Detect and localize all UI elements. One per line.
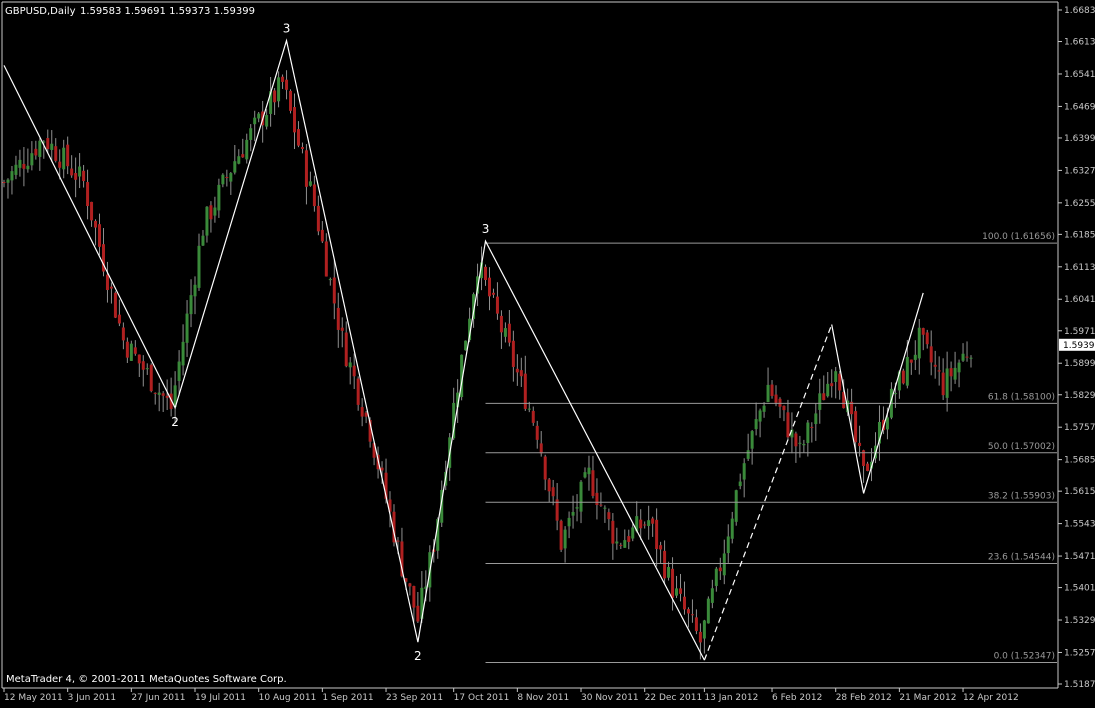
time-tick-label: 1 Sep 2011: [322, 693, 373, 703]
time-tick-label: 3 Jun 2011: [68, 693, 116, 703]
price-tick-label: 1.61130: [1064, 263, 1095, 273]
time-tick-label: 10 Aug 2011: [259, 693, 317, 703]
ohlc-readout: 1.59583 1.59691 1.59373 1.59399: [80, 6, 255, 17]
price-tick-label: 1.56150: [1064, 487, 1095, 497]
time-tick-label: 30 Nov 2011: [581, 693, 639, 703]
price-tick-label: 1.63270: [1064, 166, 1095, 176]
time-tick-label: 6 Feb 2012: [772, 693, 822, 703]
copyright-text: MetaTrader 4, © 2001-2011 MetaQuotes Sof…: [6, 674, 287, 685]
price-tick-label: 1.57570: [1064, 423, 1095, 433]
wave-label: 3: [283, 22, 291, 36]
price-tick-label: 1.51870: [1064, 680, 1095, 690]
time-tick-label: 13 Jan 2012: [704, 693, 758, 703]
candle: [464, 340, 468, 351]
time-tick-label: 28 Feb 2012: [836, 693, 892, 703]
time-tick-label: 8 Nov 2011: [517, 693, 569, 703]
time-tick-label: 21 Mar 2012: [899, 693, 956, 703]
fib-level-label: 38.2 (1.55903): [988, 491, 1055, 501]
candle: [734, 489, 738, 526]
fib-level-label: 100.0 (1.61656): [982, 232, 1055, 242]
price-tick-label: 1.64690: [1064, 102, 1095, 112]
fib-level-label: 0.0 (1.52347): [994, 652, 1055, 662]
candle: [901, 368, 905, 385]
price-tick-label: 1.66830: [1064, 6, 1095, 16]
price-tick-label: 1.61850: [1064, 230, 1095, 240]
time-tick-label: 22 Dec 2011: [645, 693, 703, 703]
fib-level-label: 50.0 (1.57002): [988, 442, 1055, 452]
price-tick-label: 1.52570: [1064, 648, 1095, 658]
time-tick-label: 19 Jul 2011: [195, 693, 246, 703]
price-tick-label: 1.58290: [1064, 391, 1095, 401]
wave-label: 3: [482, 222, 490, 236]
time-tick-label: 12 Apr 2012: [963, 693, 1019, 703]
chart-window[interactable]: 100.0 (1.61656) 61.8 (1.58100) 50.0 (1.570…: [0, 0, 1095, 704]
fib-level-label: 61.8 (1.58100): [988, 392, 1055, 402]
price-tick-label: 1.53290: [1064, 616, 1095, 626]
wave-label: 2: [414, 649, 422, 663]
price-tick-label: 1.66130: [1064, 38, 1095, 48]
price-tick-label: 1.54710: [1064, 552, 1095, 562]
current-price-label: 1.59399: [1063, 341, 1095, 351]
candle: [706, 596, 710, 624]
time-tick-label: 12 May 2011: [4, 693, 63, 703]
current-price-tag: 1.59399: [1059, 338, 1095, 351]
time-tick-label: 27 Jun 2011: [131, 693, 185, 703]
price-chart[interactable]: 100.0 (1.61656) 61.8 (1.58100) 50.0 (1.570…: [0, 0, 1095, 704]
price-tick-label: 1.60410: [1064, 295, 1095, 305]
candle: [113, 291, 117, 319]
price-tick-label: 1.54010: [1064, 584, 1095, 594]
price-tick-label: 1.62550: [1064, 199, 1095, 209]
symbol-title: GBPUSD,Daily: [5, 6, 76, 17]
candle: [149, 363, 153, 393]
time-tick-label: 23 Sep 2011: [386, 693, 443, 703]
price-tick-label: 1.55430: [1064, 520, 1095, 530]
price-tick-label: 1.65410: [1064, 70, 1095, 80]
price-tick-label: 1.56850: [1064, 456, 1095, 466]
price-tick-label: 1.59710: [1064, 327, 1095, 337]
candle: [559, 519, 563, 553]
candle: [289, 89, 293, 114]
time-tick-label: 17 Oct 2011: [454, 693, 510, 703]
price-tick-label: 1.63990: [1064, 134, 1095, 144]
fib-level-label: 23.6 (1.54544): [988, 553, 1055, 563]
price-tick-label: 1.58990: [1064, 359, 1095, 369]
wave-label: 2: [171, 415, 179, 429]
candle: [129, 340, 133, 361]
